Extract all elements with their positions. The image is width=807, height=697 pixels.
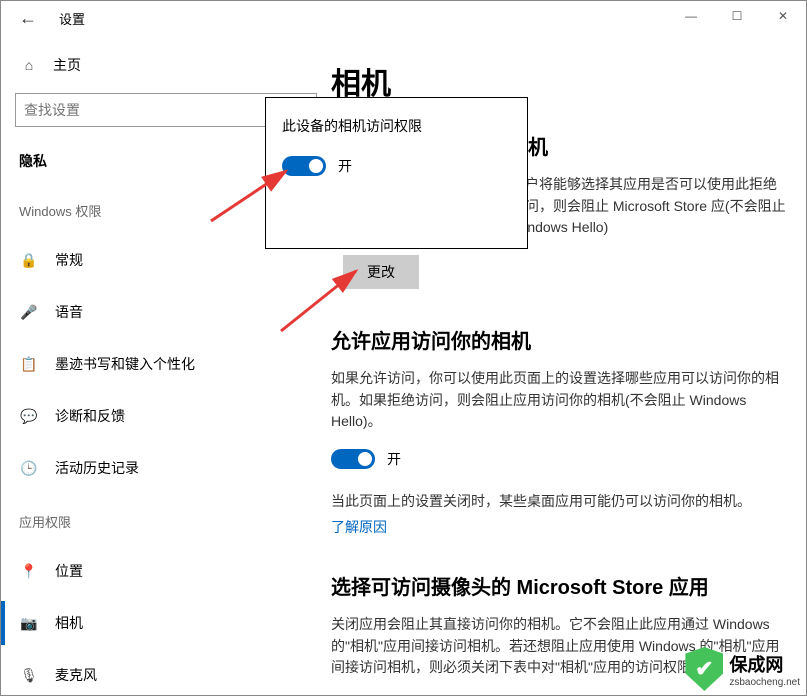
nav-microphone[interactable]: 🎙 麦克风 — [15, 653, 317, 697]
dialog-title: 此设备的相机访问权限 — [282, 116, 511, 136]
nav-label: 麦克风 — [55, 665, 97, 685]
learn-more-link[interactable]: 了解原因 — [331, 517, 788, 537]
nav-label: 常规 — [55, 250, 83, 270]
titlebar: ← 设置 — ☐ ✕ — [1, 1, 806, 35]
nav-label: 相机 — [55, 613, 83, 633]
nav-camera[interactable]: 📷 相机 — [15, 601, 317, 645]
search-input[interactable] — [24, 102, 291, 118]
feedback-icon: 💬 — [19, 408, 39, 425]
nav-label: 诊断和反馈 — [55, 406, 125, 426]
section3-title: 选择可访问摄像头的 Microsoft Store 应用 — [331, 571, 788, 600]
section-app-permissions: 应用权限 — [19, 512, 313, 531]
watermark: ✔ 保成网 zsbaocheng.net — [685, 647, 800, 691]
nav-location[interactable]: 📍 位置 — [15, 549, 317, 593]
change-button[interactable]: 更改 — [343, 255, 419, 289]
allow-apps-toggle-row: 开 — [331, 449, 788, 469]
nav-inking[interactable]: 📋 墨迹书写和键入个性化 — [15, 342, 317, 386]
window-title: 设置 — [59, 9, 85, 28]
home-icon: ⌂ — [19, 57, 39, 73]
watermark-name: 保成网 — [729, 651, 800, 677]
minimize-button[interactable]: — — [668, 1, 714, 31]
back-button[interactable]: ← — [19, 8, 43, 29]
device-camera-toggle[interactable] — [282, 156, 326, 176]
watermark-shield-icon: ✔ — [685, 647, 723, 691]
section2-title: 允许应用访问你的相机 — [331, 325, 788, 354]
nav-label: 墨迹书写和键入个性化 — [55, 354, 195, 374]
home-nav[interactable]: ⌂ 主页 — [19, 55, 313, 75]
home-label: 主页 — [53, 55, 81, 75]
nav-label: 活动历史记录 — [55, 458, 139, 478]
window-controls: — ☐ ✕ — [668, 1, 806, 31]
speech-icon: 🎤 — [19, 304, 39, 321]
section2-desc: 如果允许访问，你可以使用此页面上的设置选择哪些应用可以访问你的相机。如果拒绝访问… — [331, 368, 788, 433]
allow-apps-toggle[interactable] — [331, 449, 375, 469]
camera-access-dialog: 此设备的相机访问权限 开 — [265, 97, 528, 249]
microphone-icon: 🎙 — [19, 667, 39, 684]
nav-label: 位置 — [55, 561, 83, 581]
settings-window: ← 设置 — ☐ ✕ ⌂ 主页 🔍 隐私 Windows 权限 🔒 常规 — [0, 0, 807, 696]
allow-apps-toggle-label: 开 — [387, 449, 401, 469]
device-camera-toggle-row: 开 — [282, 156, 511, 176]
close-button[interactable]: ✕ — [760, 1, 806, 31]
toggle-note: 当此页面上的设置关闭时，某些桌面应用可能仍可以访问你的相机。 — [331, 491, 788, 513]
watermark-url: zsbaocheng.net — [729, 677, 800, 688]
nav-diagnostics[interactable]: 💬 诊断和反馈 — [15, 394, 317, 438]
watermark-text: 保成网 zsbaocheng.net — [729, 651, 800, 688]
ink-icon: 📋 — [19, 356, 39, 373]
maximize-button[interactable]: ☐ — [714, 1, 760, 31]
lock-icon: 🔒 — [19, 252, 39, 269]
location-icon: 📍 — [19, 563, 39, 580]
device-camera-toggle-label: 开 — [338, 156, 352, 176]
history-icon: 🕒 — [19, 460, 39, 477]
camera-icon: 📷 — [19, 615, 39, 632]
nav-activity-history[interactable]: 🕒 活动历史记录 — [15, 446, 317, 490]
nav-label: 语音 — [55, 302, 83, 322]
nav-speech[interactable]: 🎤 语音 — [15, 290, 317, 334]
